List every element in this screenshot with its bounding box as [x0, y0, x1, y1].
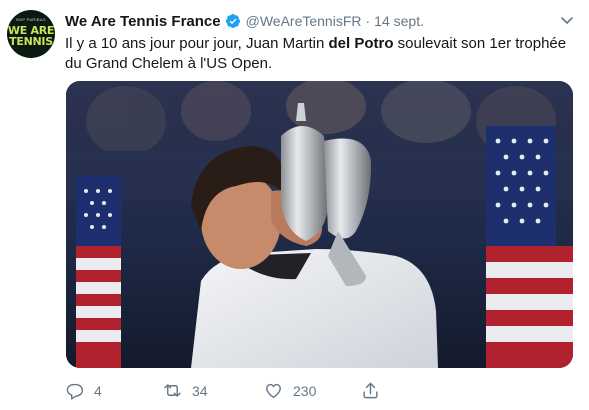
- separator-dot: ·: [365, 13, 371, 29]
- tweet-text-bold: del Potro: [328, 35, 394, 52]
- retweet-count: 34: [192, 382, 208, 399]
- like-icon: [266, 383, 281, 398]
- tweet-text: Il y a 10 ans jour pour jour, Juan Marti…: [65, 34, 575, 74]
- reply-button[interactable]: 4: [65, 381, 102, 400]
- like-count: 230: [293, 382, 317, 399]
- verified-badge-icon: [225, 13, 241, 29]
- like-button[interactable]: 230: [264, 381, 316, 400]
- share-icon: [363, 382, 378, 399]
- action-bar: 4 34 230: [0, 377, 589, 405]
- chevron-down-icon[interactable]: [559, 12, 575, 28]
- flag-left: [76, 176, 121, 368]
- handle[interactable]: @WeAreTennisFR: [246, 13, 362, 29]
- retweet-button[interactable]: 34: [163, 381, 208, 400]
- avatar-brand-text: BNP PARIBAS: [16, 17, 46, 22]
- share-button[interactable]: [361, 381, 380, 400]
- tweet-text-part-1: Il y a 10 ans jour pour jour, Juan Marti…: [65, 35, 329, 52]
- timestamp[interactable]: 14 sept.: [374, 13, 424, 29]
- retweet-icon: [164, 384, 181, 397]
- reply-icon: [66, 383, 84, 400]
- avatar[interactable]: BNP PARIBAS WE ARE TENNIS: [7, 10, 55, 58]
- display-name[interactable]: We Are Tennis France: [65, 13, 221, 30]
- tweet-header: We Are Tennis France @WeAreTennisFR · 14…: [65, 11, 424, 31]
- avatar-logo-line-2: TENNIS: [9, 35, 53, 48]
- tweet[interactable]: BNP PARIBAS WE ARE TENNIS We Are Tennis …: [0, 0, 589, 410]
- tweet-photo[interactable]: [66, 81, 573, 368]
- reply-count: 4: [94, 382, 102, 399]
